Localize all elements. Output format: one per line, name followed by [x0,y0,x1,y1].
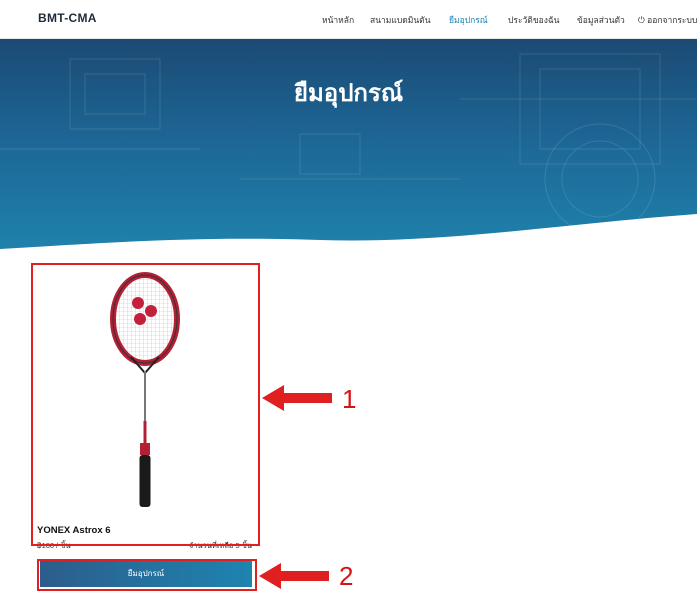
annotation-arrow-1 [262,385,332,411]
nav-item-borrow-equipment[interactable]: ยืมอุปกรณ์ [449,13,488,27]
page-title: ยืมอุปกรณ์ [293,79,404,107]
nav-item-courts[interactable]: สนามแบดมินตัน [370,13,431,27]
navbar: BMT-CMA หน้าหลัก สนามแบดมินตัน ยืมอุปกรณ… [0,0,697,39]
nav-item-home[interactable]: หน้าหลัก [322,13,354,27]
nav-item-logout[interactable]: ⏻ ออกจากระบบ [638,13,697,27]
hero-wave-divider [0,214,697,254]
nav-item-my-history[interactable]: ประวัติของฉัน [508,13,560,27]
product-name: YONEX Astrox 6 [37,525,111,536]
power-icon: ⏻ [638,15,645,25]
annotation-arrow-2 [259,563,329,589]
annotation-label-2: 2 [339,561,354,591]
nav-menu: หน้าหลัก สนามแบดมินตัน ยืมอุปกรณ์ ประวัต… [0,13,697,27]
borrow-equipment-button[interactable]: ยืมอุปกรณ์ [40,561,252,587]
annotation-label-1: 1 [342,384,357,414]
product-price: ฿160 / ชิ้น [37,541,71,550]
product-stock: จำนวนที่เหลือ 5 ชิ้น [188,541,252,550]
nav-item-profile[interactable]: ข้อมูลส่วนตัว [577,13,625,27]
badminton-racket-image [110,272,180,507]
logout-label: ออกจากระบบ [647,15,697,25]
hero-banner: ยืมอุปกรณ์ [0,39,697,254]
product-card[interactable]: YONEX Astrox 6 ฿160 / ชิ้น จำนวนที่เหลือ… [33,265,256,550]
